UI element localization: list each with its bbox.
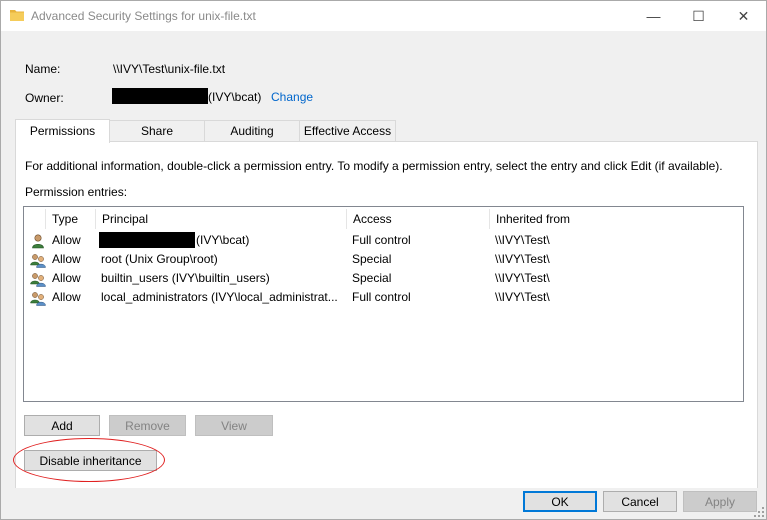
group-icon (30, 292, 46, 306)
remove-button[interactable]: Remove (109, 415, 186, 436)
entry-principal: builtin_users (IVY\builtin_users) (101, 271, 270, 285)
entry-access: Special (352, 252, 392, 266)
apply-button[interactable]: Apply (683, 491, 757, 512)
resize-grip-icon[interactable] (754, 507, 764, 517)
close-button[interactable]: ✕ (721, 1, 766, 31)
column-header-principal[interactable]: Principal (96, 209, 347, 229)
tab-share[interactable]: Share (109, 120, 205, 142)
permission-entries-label: Permission entries: (25, 185, 128, 199)
column-header-icon[interactable] (24, 209, 46, 229)
owner-label: Owner: (25, 91, 64, 105)
name-value: \\IVY\Test\unix-file.txt (113, 62, 226, 76)
cancel-button[interactable]: Cancel (603, 491, 677, 512)
info-text: For additional information, double-click… (25, 159, 723, 173)
table-row[interactable]: Allow (IVY\bcat) Full control \\IVY\Test… (24, 231, 741, 250)
folder-icon (10, 10, 24, 21)
tab-auditing[interactable]: Auditing (204, 120, 300, 142)
table-row[interactable]: Allow local_administrators (IVY\local_ad… (24, 288, 741, 307)
entry-type: Allow (52, 271, 81, 285)
single-user-icon (32, 234, 44, 249)
entry-inherited-from: \\IVY\Test\ (495, 290, 550, 304)
title-bar[interactable]: Advanced Security Settings for unix-file… (1, 1, 766, 31)
entry-type: Allow (52, 290, 81, 304)
tab-effective-access[interactable]: Effective Access (299, 120, 396, 142)
maximize-button[interactable]: ☐ (676, 1, 721, 31)
column-header-inherited-from[interactable]: Inherited from (490, 209, 741, 229)
group-icon (30, 273, 46, 287)
change-owner-link[interactable]: Change (271, 90, 313, 104)
table-row[interactable]: Allow builtin_users (IVY\builtin_users) … (24, 269, 741, 288)
ok-button[interactable]: OK (523, 491, 597, 512)
table-row[interactable]: Allow root (Unix Group\root) Special \\I… (24, 250, 741, 269)
entry-principal: local_administrators (IVY\local_administ… (101, 290, 338, 304)
view-button[interactable]: View (195, 415, 273, 436)
permission-entries-list[interactable]: Type Principal Access Inherited from All… (23, 206, 744, 402)
column-header-access[interactable]: Access (347, 209, 490, 229)
window-title: Advanced Security Settings for unix-file… (31, 9, 256, 23)
minimize-button[interactable]: — (631, 1, 676, 31)
entry-inherited-from: \\IVY\Test\ (495, 233, 550, 247)
principal-redaction (99, 232, 195, 248)
group-icon (30, 254, 46, 268)
owner-redaction (112, 88, 208, 104)
entry-type: Allow (52, 233, 81, 247)
entry-inherited-from: \\IVY\Test\ (495, 252, 550, 266)
column-header-type[interactable]: Type (46, 209, 96, 229)
entry-type: Allow (52, 252, 81, 266)
entry-principal: root (Unix Group\root) (101, 252, 218, 266)
name-label: Name: (25, 62, 61, 76)
entry-access: Special (352, 271, 392, 285)
disable-inheritance-button[interactable]: Disable inheritance (24, 450, 157, 471)
owner-value: (IVY\bcat) (208, 90, 262, 104)
advanced-security-settings-window: Advanced Security Settings for unix-file… (0, 0, 767, 520)
tab-permissions[interactable]: Permissions (15, 119, 110, 143)
entry-access: Full control (352, 290, 411, 304)
entry-inherited-from: \\IVY\Test\ (495, 271, 550, 285)
entry-access: Full control (352, 233, 411, 247)
entry-principal: (IVY\bcat) (196, 233, 250, 247)
add-button[interactable]: Add (24, 415, 100, 436)
